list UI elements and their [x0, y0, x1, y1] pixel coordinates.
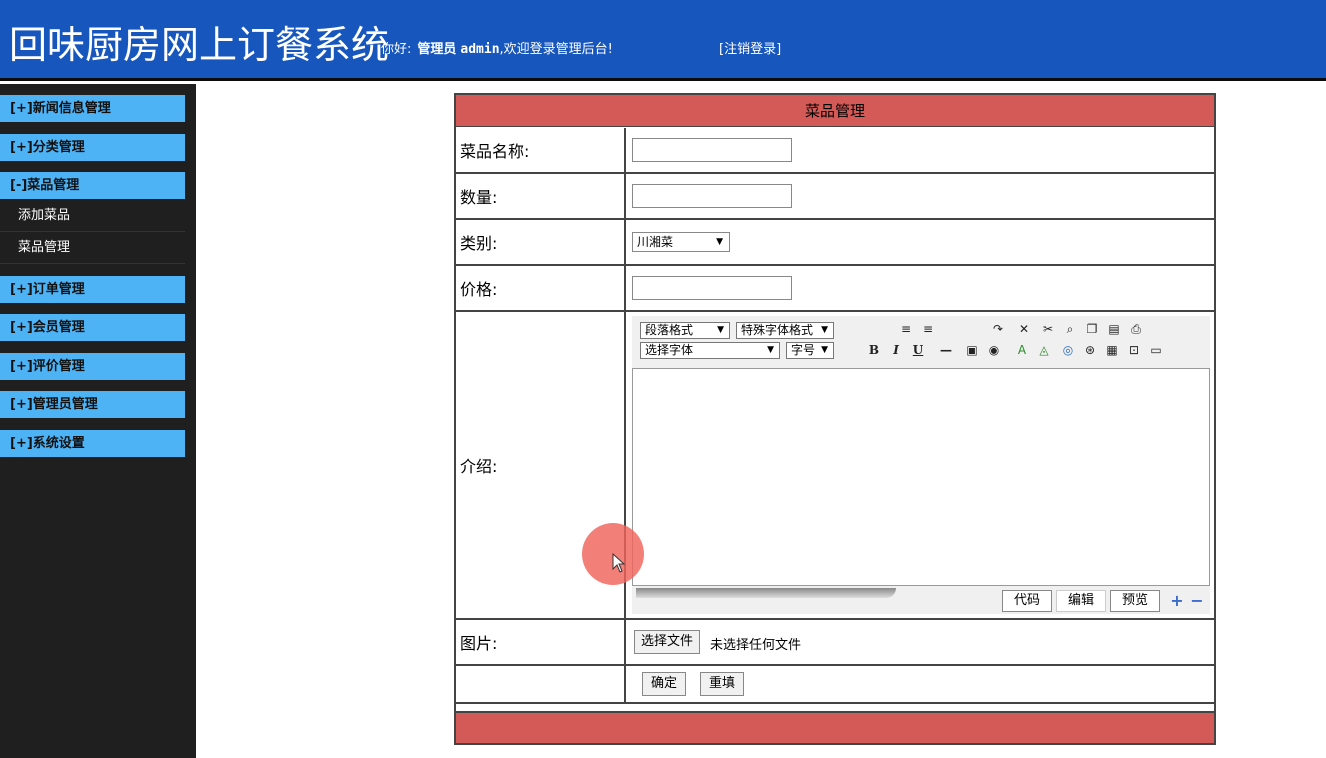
insert-table-icon[interactable]: ▦	[1104, 342, 1120, 358]
mode-edit-button[interactable]: 编辑	[1056, 590, 1106, 612]
choose-file-button[interactable]: 选择文件	[634, 630, 701, 654]
form-row-intro: 介绍: 段落格式 ▼ 特殊字体格式 ▼ 选择字体 ▼ 字号 ▼ ≡ ≡ ↷ ✕ …	[456, 312, 1214, 620]
user-role: 管理员	[417, 42, 457, 57]
file-status-text: 未选择任何文件	[710, 638, 802, 653]
form-row-category: 类别: 川湘菜 ▼	[456, 220, 1214, 266]
cut-icon[interactable]: ✂	[1040, 321, 1056, 337]
intro-cell: 段落格式 ▼ 特殊字体格式 ▼ 选择字体 ▼ 字号 ▼ ≡ ≡ ↷ ✕ ✂ ⌕ ❐	[628, 312, 1214, 618]
align-left-icon[interactable]: ≡	[898, 321, 914, 337]
category-select[interactable]: 川湘菜 ▼	[632, 232, 730, 252]
actions-label	[456, 666, 626, 702]
editor-content-area[interactable]	[632, 368, 1210, 586]
sidebar-group-news[interactable]: [+]新闻信息管理	[0, 95, 185, 122]
username: admin	[460, 42, 500, 57]
dish-name-input[interactable]	[632, 138, 792, 162]
align-center-icon[interactable]: ≡	[920, 321, 936, 337]
dish-form-panel: 菜品管理 菜品名称: 数量: 类别: 川湘菜 ▼ 价格: 介绍: 段落格式 ▼ …	[454, 93, 1216, 745]
sidebar-group-category[interactable]: [+]分类管理	[0, 134, 185, 161]
highlight-icon[interactable]: ◬	[1036, 342, 1052, 358]
redo-icon[interactable]: ↷	[990, 321, 1006, 337]
find-icon[interactable]: ⌕	[1062, 321, 1078, 337]
welcome-text: ,欢迎登录管理后台!	[499, 42, 613, 57]
font-size-value: 字号	[791, 343, 816, 357]
mouse-cursor-icon	[612, 553, 626, 573]
image-label: 图片:	[456, 620, 626, 664]
font-size-select[interactable]: 字号 ▼	[786, 342, 834, 359]
copy-icon[interactable]: ❐	[1084, 321, 1100, 337]
sidebar: [+]新闻信息管理 [+]分类管理 [-]菜品管理 添加菜品 菜品管理 [+]订…	[0, 84, 196, 758]
insert-link-icon[interactable]: ◎	[1060, 342, 1076, 358]
special-font-value: 特殊字体格式	[741, 323, 814, 337]
name-cell	[628, 128, 1214, 172]
panel-footer-bar	[456, 711, 1214, 743]
text-color-icon[interactable]: A	[1014, 342, 1030, 358]
font-family-select[interactable]: 选择字体 ▼	[640, 342, 780, 359]
chevron-down-icon: ▼	[821, 325, 828, 335]
fullscreen-icon[interactable]: ▭	[1148, 342, 1164, 358]
sidebar-group-admins[interactable]: [+]管理员管理	[0, 391, 185, 418]
form-row-price: 价格:	[456, 266, 1214, 312]
category-select-value: 川湘菜	[637, 235, 674, 249]
paragraph-format-value: 段落格式	[645, 323, 694, 337]
underline-icon[interactable]: U	[910, 342, 926, 358]
sidebar-group-members[interactable]: [+]会员管理	[0, 314, 185, 341]
form-row-name: 菜品名称:	[456, 128, 1214, 174]
sidebar-item-add-dish[interactable]: 添加菜品	[0, 200, 185, 232]
mode-code-button[interactable]: 代码	[1002, 590, 1052, 612]
editor-shadow	[636, 588, 896, 598]
insert-image-icon[interactable]: ▣	[964, 342, 980, 358]
sidebar-group-orders[interactable]: [+]订单管理	[0, 276, 185, 303]
shrink-icon[interactable]: −	[1190, 593, 1204, 609]
greeting: 你好: 管理员 admin,欢迎登录管理后台!	[381, 38, 613, 57]
print-icon[interactable]: ⎙	[1128, 321, 1144, 337]
category-label: 类别:	[456, 220, 626, 264]
chevron-down-icon: ▼	[767, 345, 774, 355]
paste-icon[interactable]: ▤	[1106, 321, 1122, 337]
app-title: 回味厨房网上订餐系统	[9, 23, 390, 67]
image-cell: 选择文件 未选择任何文件	[628, 620, 1214, 664]
italic-icon[interactable]: I	[888, 342, 904, 358]
reset-button[interactable]: 重填	[700, 672, 745, 696]
chevron-down-icon: ▼	[717, 325, 724, 335]
web-icon[interactable]: ⊛	[1082, 342, 1098, 358]
quantity-label: 数量:	[456, 174, 626, 218]
sidebar-group-reviews[interactable]: [+]评价管理	[0, 353, 185, 380]
font-family-value: 选择字体	[645, 343, 694, 357]
form-row-image: 图片: 选择文件 未选择任何文件	[456, 620, 1214, 666]
bold-icon[interactable]: B	[866, 342, 882, 358]
chevron-down-icon: ▼	[716, 237, 723, 247]
sidebar-group-dishes[interactable]: [-]菜品管理	[0, 172, 185, 199]
form-row-quantity: 数量:	[456, 174, 1214, 220]
greeting-hello: 你好:	[381, 42, 412, 57]
price-input[interactable]	[632, 276, 792, 300]
sidebar-item-dish-manage[interactable]: 菜品管理	[0, 232, 185, 264]
top-header: 回味厨房网上订餐系统 你好: 管理员 admin,欢迎登录管理后台! [注销登录]	[0, 0, 1326, 81]
special-char-icon[interactable]: ⊡	[1126, 342, 1142, 358]
category-cell: 川湘菜 ▼	[628, 220, 1214, 264]
insert-media-icon[interactable]: ◉	[986, 342, 1002, 358]
sidebar-group-settings[interactable]: [+]系统设置	[0, 430, 185, 457]
form-row-actions: 确定 重填	[456, 666, 1214, 704]
panel-title: 菜品管理	[456, 95, 1214, 127]
clear-format-icon[interactable]: ✕	[1016, 321, 1032, 337]
price-cell	[628, 266, 1214, 310]
submit-button[interactable]: 确定	[642, 672, 687, 696]
chevron-down-icon: ▼	[821, 345, 828, 355]
quantity-cell	[628, 174, 1214, 218]
enlarge-icon[interactable]: +	[1170, 593, 1184, 609]
rich-text-editor: 段落格式 ▼ 特殊字体格式 ▼ 选择字体 ▼ 字号 ▼ ≡ ≡ ↷ ✕ ✂ ⌕ ❐	[632, 316, 1210, 614]
quantity-input[interactable]	[632, 184, 792, 208]
name-label: 菜品名称:	[456, 128, 626, 172]
actions-cell: 确定 重填	[628, 666, 1214, 702]
mode-preview-button[interactable]: 预览	[1110, 590, 1160, 612]
logout-link[interactable]: [注销登录]	[719, 38, 781, 57]
special-font-select[interactable]: 特殊字体格式 ▼	[736, 322, 834, 339]
horizontal-rule-icon[interactable]: —	[938, 342, 954, 358]
price-label: 价格:	[456, 266, 626, 310]
paragraph-format-select[interactable]: 段落格式 ▼	[640, 322, 730, 339]
